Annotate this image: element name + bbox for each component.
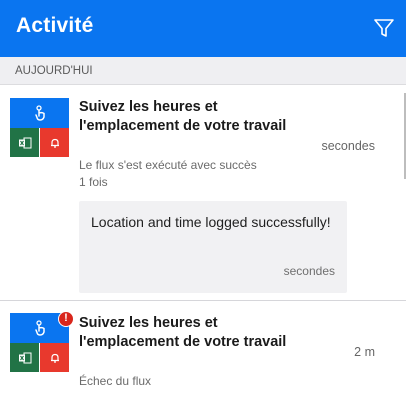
- touch-icon: [10, 98, 69, 128]
- activity-time: 2 m: [354, 345, 375, 359]
- flow-title: Suivez les heures et l'emplacement de vo…: [79, 315, 287, 350]
- section-header-today: AUJOURD'HUI: [0, 57, 406, 85]
- activity-time: secondes: [321, 139, 375, 153]
- page-title: Activité: [16, 14, 94, 37]
- run-count: 1 fois: [79, 175, 108, 189]
- error-badge: !: [58, 311, 74, 327]
- notification-icon: [40, 128, 69, 157]
- notification-icon: [40, 343, 69, 372]
- section-label: AUJOURD'HUI: [15, 65, 93, 77]
- app-bar: Activité: [0, 0, 406, 57]
- flow-icon: [10, 98, 69, 157]
- message-text: Location and time logged successfully!: [91, 214, 331, 230]
- notification-message: Location and time logged successfully! s…: [79, 201, 347, 293]
- activity-item[interactable]: ! Suivez les heures et l'emplacement de …: [0, 302, 406, 400]
- excel-icon: [10, 343, 39, 372]
- filter-icon[interactable]: [373, 17, 395, 39]
- flow-status: Échec du flux: [79, 374, 152, 388]
- flow-title: Suivez les heures et l'emplacement de vo…: [79, 99, 287, 134]
- message-time: secondes: [283, 264, 335, 278]
- flow-status: Le flux s'est exécuté avec succès: [79, 158, 257, 172]
- excel-icon: [10, 128, 39, 157]
